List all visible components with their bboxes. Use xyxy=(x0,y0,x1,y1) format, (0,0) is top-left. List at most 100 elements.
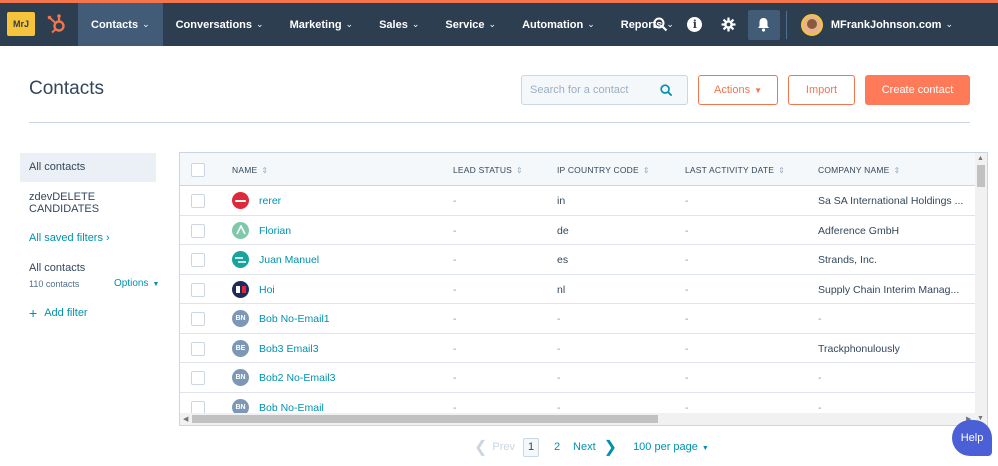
row-checkbox[interactable] xyxy=(191,194,205,208)
vertical-scroll-thumb[interactable] xyxy=(977,165,985,187)
chevron-down-icon: ⌄ xyxy=(256,19,264,29)
page-2-button[interactable]: 2 xyxy=(549,438,565,457)
row-checkbox[interactable] xyxy=(191,312,205,326)
page-1-button[interactable]: 1 xyxy=(523,437,540,457)
contact-name-link[interactable]: Hoi xyxy=(259,284,275,296)
company-cell: Sa SA International Holdings ... xyxy=(818,195,964,207)
actions-label: Actions xyxy=(714,84,751,96)
nav-sales[interactable]: Sales ⌄ xyxy=(366,3,432,46)
chevron-right-icon[interactable]: ❯ xyxy=(604,437,617,457)
brand-logo[interactable]: MrJ xyxy=(7,12,35,36)
row-checkbox[interactable] xyxy=(191,341,205,356)
hubspot-sprocket-icon[interactable] xyxy=(46,13,68,35)
sort-icon: ⇕ xyxy=(642,166,650,175)
chevron-down-icon: ⌄ xyxy=(945,19,953,29)
bell-icon[interactable] xyxy=(747,9,780,40)
contact-name-link[interactable]: Bob2 No-Email3 xyxy=(259,372,335,384)
last-activity-cell: - xyxy=(685,401,689,414)
row-checkbox[interactable] xyxy=(191,253,205,267)
horizontal-scrollbar[interactable]: ◀ ▶ xyxy=(180,413,977,425)
next-page-button[interactable]: Next xyxy=(573,441,596,453)
caret-down-icon: ▼ xyxy=(754,85,762,95)
options-dropdown[interactable]: Options ▼ xyxy=(114,278,159,289)
select-all-checkbox[interactable] xyxy=(191,163,205,177)
contact-search xyxy=(521,75,688,105)
company-cell: Supply Chain Interim Manag... xyxy=(818,283,960,296)
options-label: Options xyxy=(114,278,149,289)
nav-conversations-label: Conversations xyxy=(175,18,253,31)
table-row: BN Bob2 No-Email3 - - - - xyxy=(180,363,977,393)
lead-status-cell: - xyxy=(453,224,457,237)
contacts-table: NAME ⇕ LEAD STATUS ⇕ IP COUNTRY CODE ⇕ LAST… xyxy=(179,152,988,426)
lead-status-cell: - xyxy=(453,254,457,266)
ip-country-cell: - xyxy=(557,342,561,355)
saved-filters-label: All saved filters xyxy=(29,232,103,244)
contact-name-link[interactable]: Juan Manuel xyxy=(259,254,319,266)
row-checkbox[interactable] xyxy=(191,223,205,238)
contact-name-link[interactable]: Florian xyxy=(259,225,291,237)
filter-title: All contacts xyxy=(29,262,86,274)
actions-button[interactable]: Actions ▼ xyxy=(698,75,778,105)
vertical-scrollbar[interactable]: ▲ ▼ xyxy=(975,153,987,425)
create-contact-button[interactable]: Create contact xyxy=(865,75,970,105)
gear-icon[interactable] xyxy=(712,3,746,46)
company-cell: Trackphonulously xyxy=(818,342,900,355)
column-label: COMPANY NAME xyxy=(818,165,890,175)
column-header-last-activity[interactable]: LAST ACTIVITY DATE ⇕ xyxy=(685,165,785,175)
column-label: IP COUNTRY CODE xyxy=(557,165,639,175)
search-icon[interactable] xyxy=(660,83,673,97)
sidebar-view-label: All contacts xyxy=(29,161,86,173)
help-button[interactable]: Help xyxy=(952,420,992,456)
row-checkbox[interactable] xyxy=(191,282,205,297)
brand-logo-text: MrJ xyxy=(12,19,29,29)
column-header-lead-status[interactable]: LEAD STATUS ⇕ xyxy=(453,165,523,175)
caret-down-icon: ▼ xyxy=(152,281,160,288)
nav-sales-label: Sales xyxy=(379,18,408,31)
sidebar-view-zdev-delete[interactable]: zdevDELETE CANDIDATES xyxy=(29,191,139,215)
company-logo-icon xyxy=(232,280,249,298)
avatar xyxy=(800,13,823,36)
search-input[interactable] xyxy=(522,84,660,96)
all-saved-filters-link[interactable]: All saved filters › xyxy=(29,232,110,244)
search-icon[interactable] xyxy=(644,3,678,46)
column-header-ip-country[interactable]: IP COUNTRY CODE ⇕ xyxy=(557,165,650,175)
add-filter-button[interactable]: + Add filter xyxy=(29,306,88,320)
lead-status-cell: - xyxy=(453,313,457,325)
column-header-name[interactable]: NAME ⇕ xyxy=(232,165,268,175)
contact-name-link[interactable]: rerer xyxy=(259,195,281,207)
contact-name-link[interactable]: Bob3 Email3 xyxy=(259,343,319,355)
nav-automation[interactable]: Automation ⌄ xyxy=(509,3,608,46)
per-page-label: 100 per page xyxy=(633,441,698,453)
sort-icon: ⇕ xyxy=(261,166,269,175)
scroll-up-icon[interactable]: ▲ xyxy=(977,155,984,162)
last-activity-cell: - xyxy=(685,224,689,237)
contact-name-link[interactable]: Bob No-Email1 xyxy=(259,313,330,325)
account-menu[interactable]: MFrankJohnson.com ⌄ xyxy=(785,10,998,39)
prev-page-button[interactable]: Prev xyxy=(492,441,515,453)
nav-service[interactable]: Service ⌄ xyxy=(432,3,509,46)
chevron-down-icon: ⌄ xyxy=(488,19,497,29)
import-button[interactable]: Import xyxy=(788,75,855,105)
last-activity-cell: - xyxy=(685,254,689,266)
nav-service-label: Service xyxy=(445,18,485,31)
per-page-dropdown[interactable]: 100 per page ▼ xyxy=(633,441,709,453)
company-logo-icon xyxy=(232,251,249,268)
chevron-right-icon: › xyxy=(105,232,110,244)
horizontal-scroll-thumb[interactable] xyxy=(192,415,658,423)
add-filter-label: Add filter xyxy=(44,307,88,319)
company-cell: - xyxy=(818,372,822,384)
last-activity-cell: - xyxy=(685,372,689,384)
scroll-left-icon[interactable]: ◀ xyxy=(183,415,188,423)
nav-conversations[interactable]: Conversations ⌄ xyxy=(163,3,277,46)
ip-country-cell: es xyxy=(557,254,569,266)
nav-contacts[interactable]: Contacts ⌄ xyxy=(78,3,163,46)
chevron-down-icon: ⌄ xyxy=(411,19,420,29)
info-icon[interactable]: i xyxy=(678,3,712,46)
sidebar-view-all-contacts[interactable]: All contacts xyxy=(20,153,156,182)
ip-country-cell: - xyxy=(557,401,561,414)
contact-name-link[interactable]: Bob No-Email xyxy=(259,402,324,414)
column-header-company[interactable]: COMPANY NAME ⇕ xyxy=(818,165,900,175)
row-checkbox[interactable] xyxy=(191,371,205,385)
nav-marketing[interactable]: Marketing ⌄ xyxy=(277,3,367,46)
avatar: BE xyxy=(232,339,249,357)
